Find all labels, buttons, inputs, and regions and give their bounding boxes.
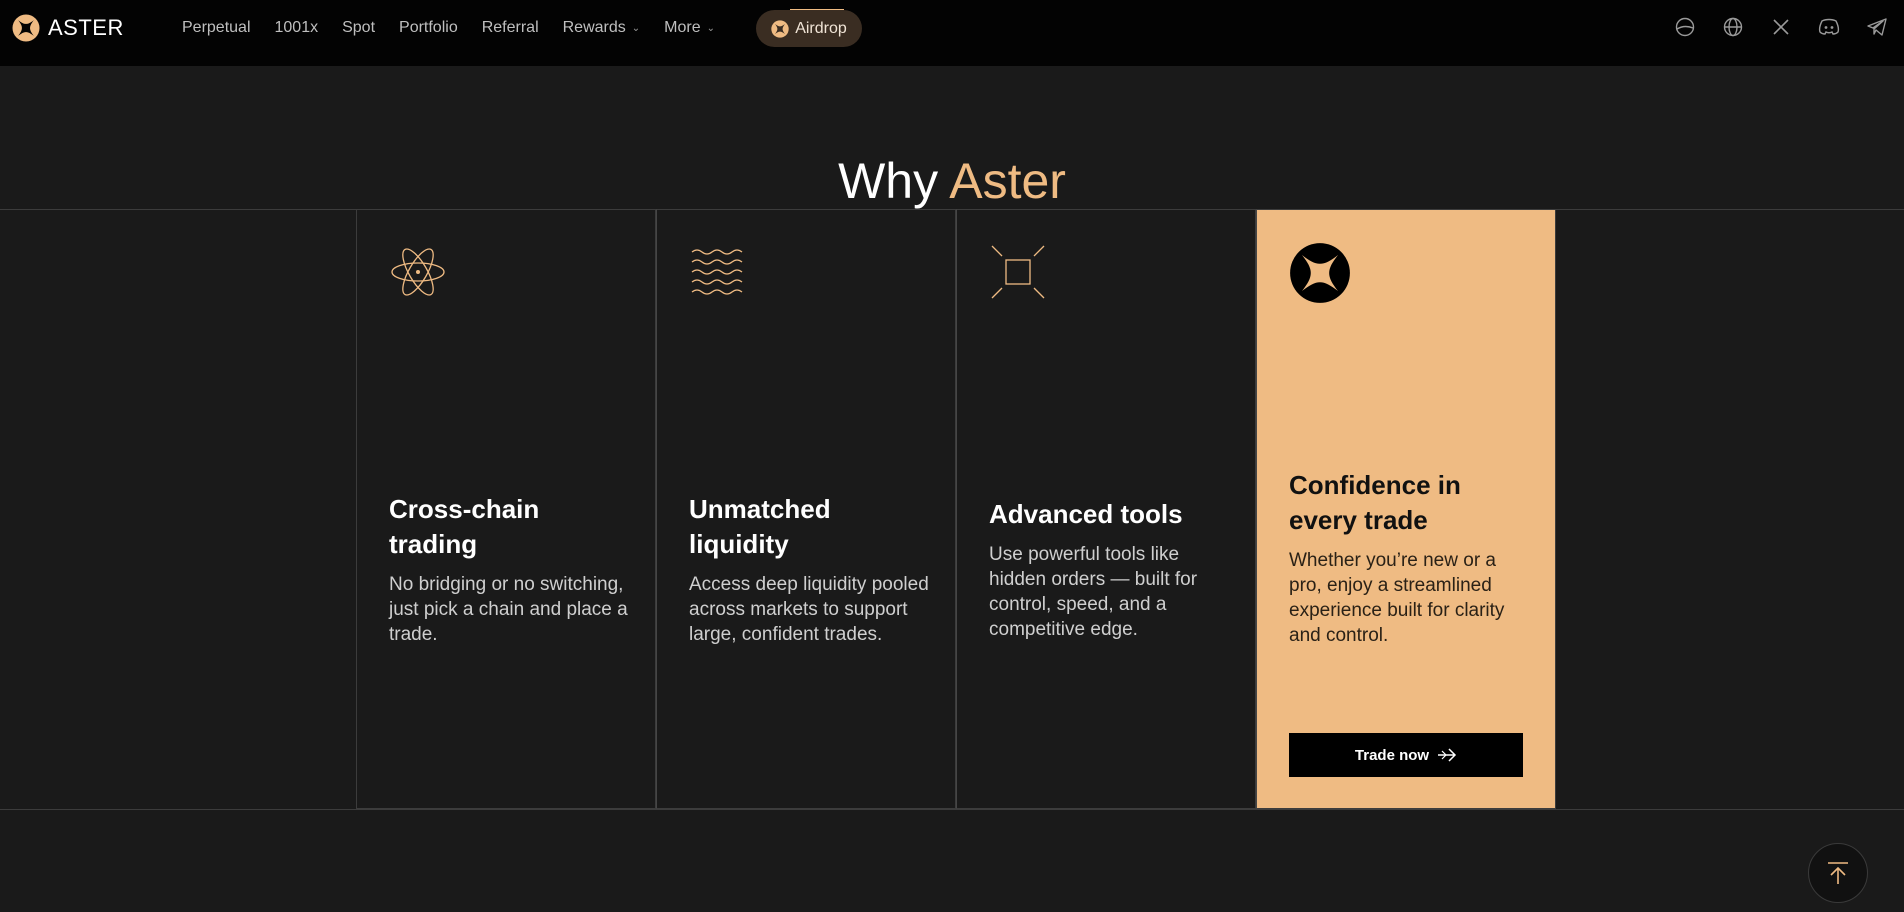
card-text: Use powerful tools like hidden orders — …: [989, 543, 1198, 640]
brand-logo[interactable]: ASTER: [12, 14, 124, 42]
card-title: Advanced tools: [989, 498, 1183, 529]
airdrop-button[interactable]: Airdrop: [756, 10, 862, 47]
nav-item-label: Perpetual: [182, 19, 251, 36]
nav-item-more[interactable]: More ⌄: [664, 19, 715, 37]
feature-cards: Cross-chain trading No bridging or no sw…: [356, 209, 1556, 809]
nav-item-portfolio[interactable]: Portfolio: [399, 19, 458, 37]
brand-name: ASTER: [48, 15, 124, 40]
globe-icon[interactable]: [1718, 12, 1748, 42]
nav-item-label: Referral: [481, 19, 539, 36]
card-title: Confidence in every trade: [1289, 470, 1461, 535]
arrow-up-icon: [1828, 862, 1848, 884]
card-text: Whether you’re new or a pro, enjoy a str…: [1289, 550, 1505, 646]
section-title-accent: Aster: [949, 153, 1066, 209]
nav-item-1001x[interactable]: 1001x: [275, 19, 319, 37]
nav-item-perpetual[interactable]: Perpetual: [182, 19, 251, 37]
card-text: No bridging or no switching, just pick a…: [389, 573, 628, 645]
nav-item-spot[interactable]: Spot: [342, 19, 375, 37]
aster-star-icon: [12, 14, 40, 42]
chevron-down-icon: ⌄: [706, 22, 715, 34]
card-text: Access deep liquidity pooled across mark…: [689, 573, 929, 645]
arrow-right-icon: [1438, 748, 1457, 762]
top-navbar: ASTER Perpetual 1001x Spot Portfolio Ref…: [0, 0, 1904, 66]
trade-now-label: Trade now: [1354, 746, 1430, 764]
card-title: Unmatched liquidity: [689, 493, 831, 559]
chevron-down-icon: ⌄: [631, 22, 641, 34]
aster-star-icon: [771, 19, 789, 38]
discord-icon[interactable]: [1814, 12, 1844, 42]
theme-toggle-icon[interactable]: [1670, 12, 1700, 42]
divider: [0, 809, 1904, 810]
x-icon[interactable]: [1766, 12, 1796, 42]
nav-item-label: 1001x: [274, 19, 319, 36]
section-title: Why Aster: [0, 151, 1904, 211]
feature-card-liquidity: Unmatched liquidity Access deep liquidit…: [656, 209, 956, 809]
section-title-prefix: Why: [838, 153, 939, 209]
feature-card-advanced-tools: Advanced tools Use powerful tools like h…: [956, 209, 1256, 809]
main-nav: Perpetual 1001x Spot Portfolio Referral …: [182, 0, 739, 56]
scroll-to-top-button[interactable]: [1808, 843, 1868, 903]
feature-card-confidence: Confidence in every trade Whether you’re…: [1256, 209, 1556, 809]
feature-card-cross-chain: Cross-chain trading No bridging or no sw…: [356, 209, 656, 809]
nav-item-label: More: [664, 19, 701, 36]
nav-item-label: Portfolio: [399, 19, 458, 36]
nav-item-rewards[interactable]: Rewards ⌄: [563, 19, 641, 37]
nav-item-label: Rewards: [562, 19, 626, 36]
social-links: [1652, 12, 1892, 42]
telegram-icon[interactable]: [1862, 12, 1892, 42]
nav-item-referral[interactable]: Referral: [482, 19, 539, 37]
nav-item-label: Spot: [342, 19, 376, 36]
airdrop-label: Airdrop: [795, 19, 847, 37]
trade-now-button[interactable]: Trade now: [1289, 733, 1523, 777]
card-title: Cross-chain trading: [389, 493, 540, 559]
